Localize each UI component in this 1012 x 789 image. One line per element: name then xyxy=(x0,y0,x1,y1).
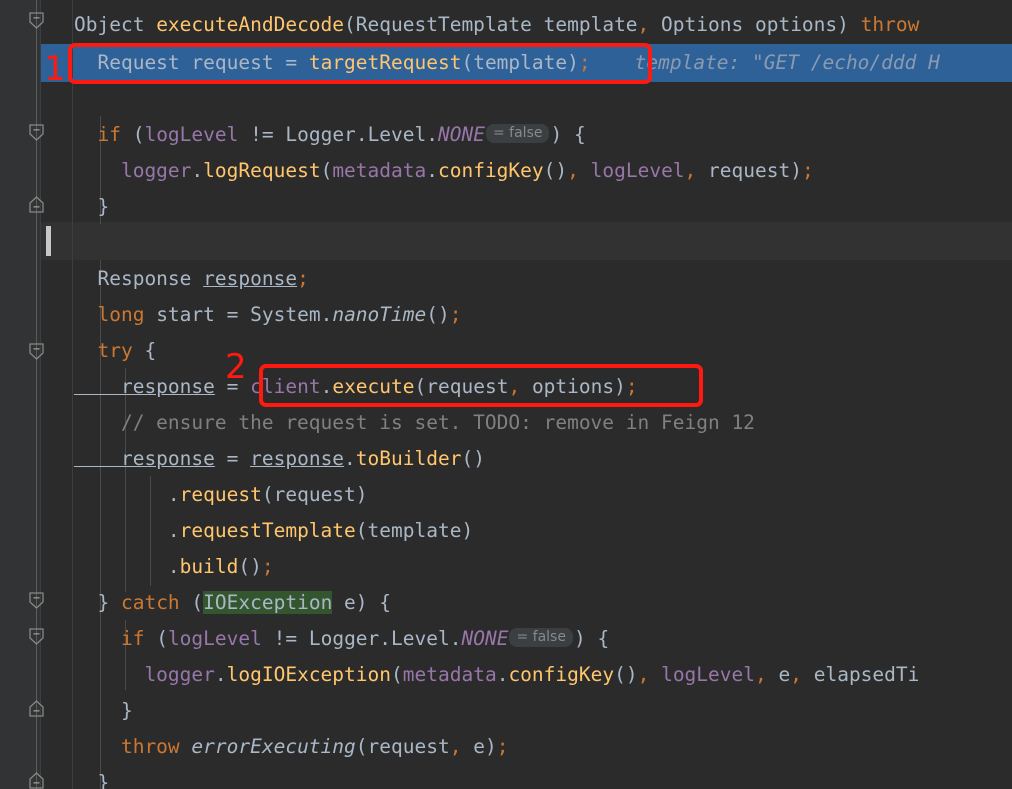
fold-end-icon[interactable] xyxy=(29,196,44,213)
code-line[interactable]: .build(); xyxy=(0,548,1012,586)
code-line[interactable]: throw errorExecuting(request, e); xyxy=(0,728,1012,766)
code-editor[interactable]: Object executeAndDecode(RequestTemplate … xyxy=(0,0,1012,789)
gutter-separator-1 xyxy=(40,0,41,789)
fold-start-icon[interactable] xyxy=(29,343,44,360)
fold-end-icon[interactable] xyxy=(29,700,44,717)
code-line[interactable]: .request(request) xyxy=(0,476,1012,514)
code-line[interactable]: } catch (IOException e) { xyxy=(0,584,1012,622)
inline-value-badge: = false xyxy=(485,124,550,143)
code-line-comment[interactable]: // ensure the request is set. TODO: remo… xyxy=(0,404,1012,442)
fold-start-icon[interactable] xyxy=(29,12,44,29)
code-line[interactable]: .requestTemplate(template) xyxy=(0,512,1012,550)
fold-start-icon[interactable] xyxy=(29,592,44,609)
code-text-area[interactable]: Object executeAndDecode(RequestTemplate … xyxy=(0,0,1012,789)
text-caret xyxy=(46,226,51,256)
fold-end-icon[interactable] xyxy=(29,772,44,789)
code-line[interactable]: } xyxy=(0,692,1012,730)
fold-start-icon[interactable] xyxy=(29,124,44,141)
code-line[interactable]: long start = System.nanoTime(); xyxy=(0,296,1012,334)
editor-gutter[interactable] xyxy=(0,0,40,789)
fold-rail xyxy=(36,0,37,789)
inline-value-badge: = false xyxy=(509,628,573,647)
code-line[interactable]: if (logLevel != Logger.Level.NONE = false… xyxy=(0,116,1012,154)
fold-start-icon[interactable] xyxy=(29,628,44,645)
code-line[interactable]: Object executeAndDecode(RequestTemplate … xyxy=(0,6,1012,44)
code-line-executing[interactable]: Request request = targetRequest(template… xyxy=(0,44,1012,82)
inline-debugger-hint: template: "GET /echo/ddd H xyxy=(634,51,940,74)
code-line[interactable]: response = client.execute(request, optio… xyxy=(0,368,1012,406)
code-line[interactable]: } xyxy=(0,764,1012,789)
code-line[interactable]: response = response.toBuilder() xyxy=(0,440,1012,478)
code-line[interactable]: try { xyxy=(0,332,1012,370)
code-line[interactable]: } xyxy=(0,188,1012,226)
search-match-highlight: IOException xyxy=(203,591,333,614)
code-line[interactable]: Response response; xyxy=(0,260,1012,298)
code-line[interactable]: if (logLevel != Logger.Level.NONE = false… xyxy=(0,620,1012,658)
code-line[interactable]: logger.logRequest(metadata.configKey(), … xyxy=(0,152,1012,190)
code-line[interactable]: logger.logIOException(metadata.configKey… xyxy=(0,656,1012,694)
gutter-separator-2 xyxy=(72,0,73,789)
